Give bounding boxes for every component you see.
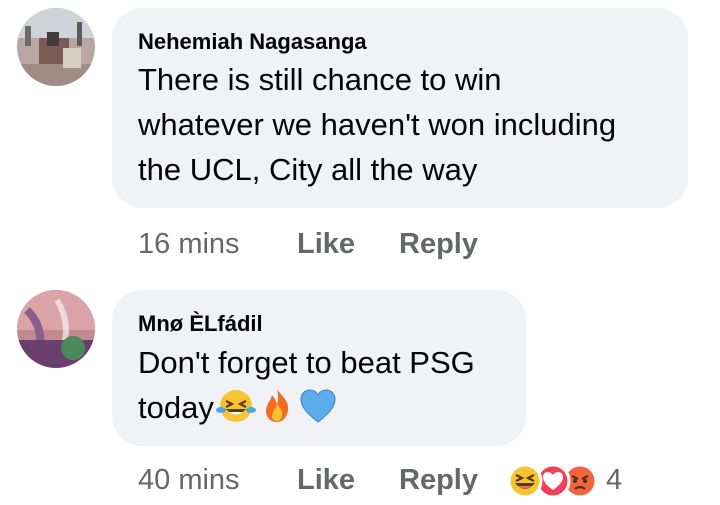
avatar-photo [17, 290, 95, 368]
haha-reaction-icon [507, 463, 543, 499]
like-button[interactable]: Like [297, 228, 355, 261]
comment-text: Don't forget to beat PSG today [138, 340, 475, 436]
comment-text-line: There is still chance to win [138, 62, 502, 97]
comment-text-line: whatever we haven't won including [138, 107, 617, 142]
laughing-crying-emoji [215, 388, 256, 436]
comment-author[interactable]: Nehemiah Nagasanga [138, 29, 367, 55]
avatar[interactable] [17, 8, 95, 86]
reply-button[interactable]: Reply [399, 228, 478, 261]
comment-text-line: Don't forget to beat PSG [138, 345, 475, 380]
fire-emoji [258, 386, 296, 436]
reaction-count[interactable]: 4 [606, 464, 622, 497]
reply-button[interactable]: Reply [399, 464, 478, 497]
comment-author[interactable]: Mnø ÈLfádil [138, 311, 263, 337]
comment-timestamp[interactable]: 16 mins [138, 228, 240, 261]
comment-text-line-with-emoji: today [138, 385, 475, 436]
avatar-photo [17, 8, 95, 86]
comment-text-line: today [138, 390, 214, 425]
blue-heart-emoji [298, 388, 338, 436]
like-button[interactable]: Like [297, 464, 355, 497]
comment-text-line: the UCL, City all the way [138, 152, 478, 187]
comment-text: There is still chance to win whatever we… [138, 57, 616, 192]
reaction-summary[interactable] [506, 462, 600, 500]
avatar[interactable] [17, 290, 95, 368]
comment-timestamp[interactable]: 40 mins [138, 464, 240, 497]
